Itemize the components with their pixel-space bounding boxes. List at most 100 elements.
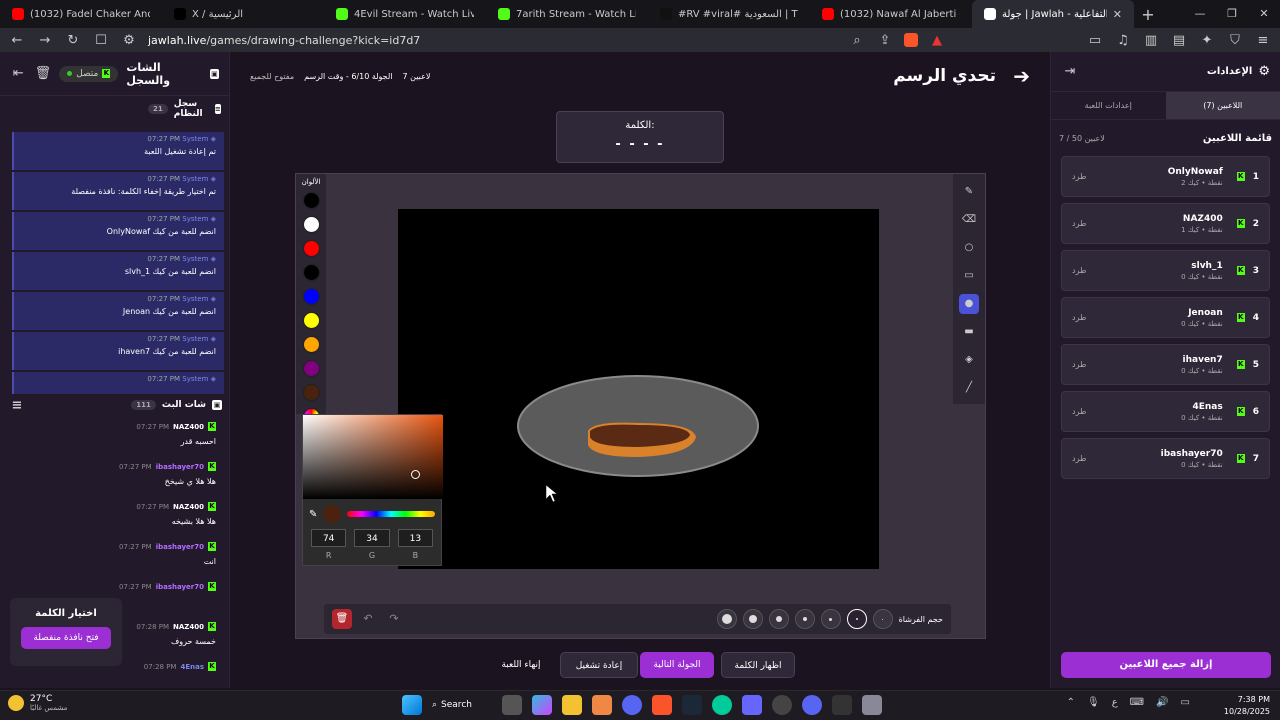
filled-circle-icon[interactable]: ● (959, 294, 979, 314)
kick-button[interactable]: طرد (1072, 266, 1086, 275)
g-input[interactable]: 34 (354, 529, 390, 547)
site-info-icon[interactable]: ⚙ (120, 33, 138, 48)
chat-user[interactable]: NAZ400 (173, 423, 204, 431)
color-swatch[interactable] (302, 336, 320, 353)
filled-rectangle-icon[interactable]: ▬ (959, 322, 979, 342)
chat-user[interactable]: ibashayer70 (156, 583, 204, 591)
brush-size-option[interactable] (820, 609, 841, 629)
arrow-right-icon[interactable]: ➔ (1013, 64, 1030, 88)
saturation-gradient[interactable] (303, 415, 443, 499)
eyedropper-icon[interactable]: ✎ (309, 509, 317, 520)
kick-button[interactable]: طرد (1072, 219, 1086, 228)
next-round-button[interactable]: الجولة التالية (640, 652, 714, 678)
brush-size-option[interactable] (846, 609, 867, 629)
maximize-icon[interactable]: ❐ (1216, 0, 1248, 28)
color-swatch[interactable] (302, 384, 320, 401)
steam-icon[interactable] (682, 695, 702, 715)
browser-tab[interactable]: 7arith Stream - Watch Live on Kick (486, 0, 648, 28)
sidebar-icon[interactable]: ▭ (1086, 33, 1104, 48)
browser-tab[interactable]: X / الرئيسية (162, 0, 324, 28)
syslog-list[interactable]: 07:27 PM System ◈ تم إعادة تشغيل اللعبة 07… (12, 132, 224, 394)
chat-user[interactable]: ibashayer70 (156, 463, 204, 471)
discord-icon[interactable] (622, 695, 642, 715)
battery-icon[interactable]: ▭ (1181, 697, 1190, 708)
kick-button[interactable]: طرد (1072, 454, 1086, 463)
list-icon[interactable]: ≡ (8, 398, 26, 413)
remove-all-button[interactable]: إزالة جميع اللاعبين (1061, 652, 1271, 678)
b-input[interactable]: 13 (397, 529, 433, 547)
brave-shield-icon[interactable] (904, 33, 918, 47)
restart-button[interactable]: إعادة تشغيل (560, 652, 638, 678)
zoom-icon[interactable]: ⌕ (848, 33, 866, 48)
drawing-canvas[interactable] (398, 209, 879, 569)
eraser-icon[interactable]: ⌫ (959, 210, 979, 230)
browser-tab[interactable]: جولة | Jawlah - منصة الألعاب التفاعلية ✕ (972, 0, 1134, 28)
browser-tab[interactable]: (1032) Fadel Chaker And Mohamed (0, 0, 162, 28)
line-icon[interactable]: ╱ (959, 378, 979, 398)
reload-icon[interactable]: ↻ (64, 33, 82, 48)
taskbar-search[interactable]: ⌕ Search (432, 700, 492, 710)
brave-icon[interactable] (652, 695, 672, 715)
color-swatch[interactable] (302, 312, 320, 329)
color-swatch[interactable] (302, 240, 320, 257)
forward-icon[interactable]: → (36, 33, 54, 48)
chat-user[interactable]: NAZ400 (173, 503, 204, 511)
color-swatch[interactable] (302, 264, 320, 281)
browser-tab[interactable]: (1032) Nawaf Al Jaberti - Takhya (810, 0, 972, 28)
brush-size-option[interactable] (742, 609, 763, 629)
brush-size-option[interactable] (768, 609, 789, 629)
brush-size-option[interactable] (872, 609, 893, 629)
chatgpt-icon[interactable] (772, 695, 792, 715)
music-icon[interactable]: ♫ (1114, 33, 1132, 48)
picker-cursor[interactable] (411, 470, 420, 479)
wallet-icon[interactable]: ▤ (1170, 33, 1188, 48)
mic-icon[interactable]: 🎙 (1087, 697, 1100, 708)
kick-button[interactable]: طرد (1072, 313, 1086, 322)
task-view-icon[interactable] (502, 695, 522, 715)
chevron-up-icon[interactable]: ⌃ (1067, 697, 1075, 708)
rectangle-icon[interactable]: ▭ (959, 266, 979, 286)
close-icon[interactable]: ✕ (1113, 8, 1122, 21)
edge-icon[interactable] (712, 695, 732, 715)
end-game-button[interactable]: إنهاء اللعبة (486, 652, 556, 678)
collapse-icon[interactable]: ⇤ (10, 66, 27, 81)
close-window-icon[interactable]: ✕ (1248, 0, 1280, 28)
color-swatch[interactable] (302, 288, 320, 305)
discord2-icon[interactable] (802, 695, 822, 715)
windows-start-icon[interactable] (402, 695, 422, 715)
tab-players[interactable]: اللاعبين (7) (1165, 92, 1280, 119)
hue-slider[interactable] (347, 511, 435, 517)
menu-icon[interactable]: ≡ (1254, 33, 1272, 48)
vpn-icon[interactable]: ⛉ (1226, 33, 1244, 48)
brush-size-option[interactable] (794, 609, 815, 629)
circle-icon[interactable]: ○ (959, 238, 979, 258)
undo-icon[interactable]: ↶ (358, 609, 378, 629)
fill-bucket-icon[interactable]: ◈ (959, 350, 979, 370)
minimize-icon[interactable]: — (1184, 0, 1216, 28)
clock[interactable]: 7:38 PM 10/28/2025 (1224, 694, 1270, 718)
trash-icon[interactable]: 🗑 (35, 66, 52, 81)
clear-canvas-button[interactable]: 🗑 (332, 609, 352, 629)
color-picker[interactable]: ✎ 74 R 34 G 13 B (302, 414, 443, 566)
color-swatch[interactable] (302, 360, 320, 377)
color-swatch[interactable] (302, 216, 320, 233)
chat-user[interactable]: ibashayer70 (156, 543, 204, 551)
back-icon[interactable]: ← (8, 33, 26, 48)
tab-game-settings[interactable]: إعدادات اللعبة (1051, 92, 1166, 119)
kick-button[interactable]: طرد (1072, 172, 1086, 181)
collapse-right-icon[interactable]: ⇥ (1061, 64, 1079, 79)
settings-app-icon[interactable] (862, 695, 882, 715)
kick-button[interactable]: طرد (1072, 407, 1086, 416)
browser-tab[interactable]: 4Evil Stream - Watch Live on Kick (324, 0, 486, 28)
app-icon[interactable] (832, 695, 852, 715)
url-field[interactable]: jawlah.live/games/drawing-challenge?kick… (148, 34, 838, 47)
kick-button[interactable]: طرد (1072, 360, 1086, 369)
redo-icon[interactable]: ↷ (384, 609, 404, 629)
panel-icon[interactable]: ▥ (1142, 33, 1160, 48)
store-icon[interactable] (592, 695, 612, 715)
r-input[interactable]: 74 (311, 529, 347, 547)
share-icon[interactable]: ⇪ (876, 33, 894, 48)
pencil-icon[interactable]: ✎ (959, 182, 979, 202)
chat-user[interactable]: NAZ400 (173, 623, 204, 631)
browser-tab[interactable]: #RV #viral# السعودية | TikTok (648, 0, 810, 28)
